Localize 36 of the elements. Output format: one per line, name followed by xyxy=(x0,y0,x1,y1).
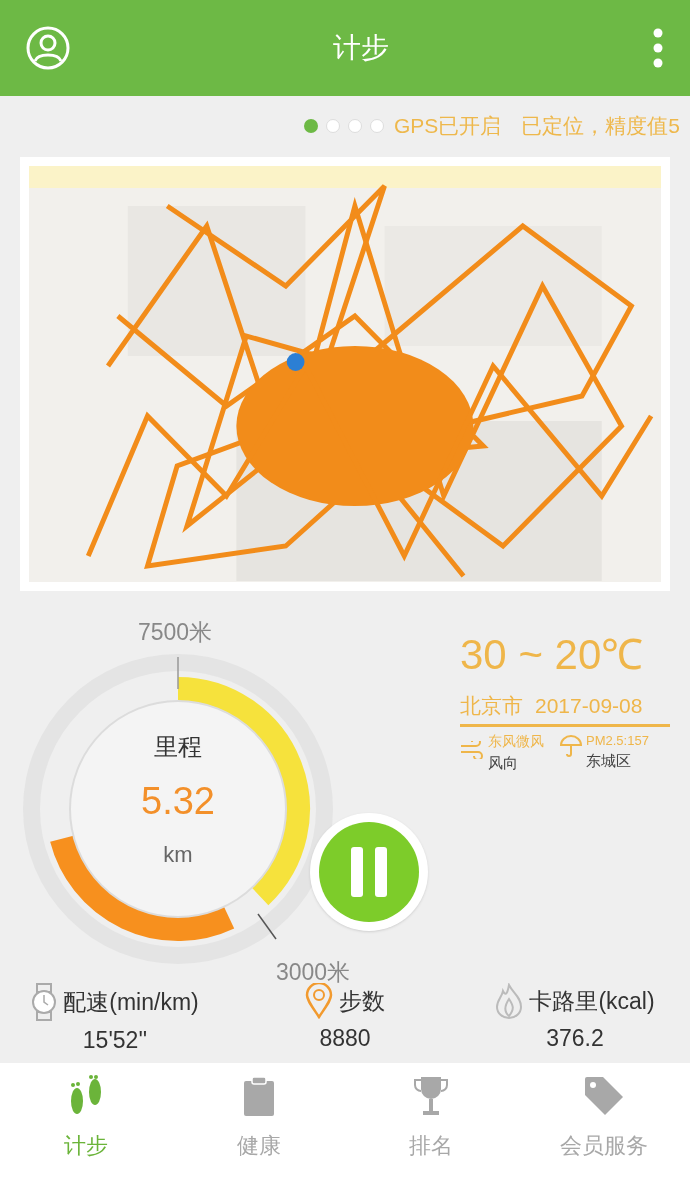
district: 东城区 xyxy=(586,751,632,771)
header-title: 计步 xyxy=(333,31,389,65)
temperature-range: 30 ~ 20℃ xyxy=(460,630,645,680)
distance-value: 5.32 xyxy=(141,779,215,824)
tab[interactable]: 健康 xyxy=(172,1063,345,1192)
wind-value: 东风微风 xyxy=(488,731,544,751)
tab[interactable]: 排名 xyxy=(345,1063,518,1192)
gauge-title: 里程 xyxy=(154,732,202,762)
user-icon[interactable] xyxy=(26,26,70,70)
wind-icon xyxy=(460,740,484,759)
stat-label: 步数 xyxy=(339,986,385,1016)
air-quality: PM2.5:157 xyxy=(586,731,649,750)
gauge-bottom-label: 3000米 xyxy=(276,958,351,987)
tab[interactable]: 计步 xyxy=(0,1063,173,1192)
city: 北京市 xyxy=(460,693,523,719)
tab[interactable]: 会员服务 xyxy=(517,1063,690,1192)
date: 2017-09-08 xyxy=(535,693,643,719)
stat-value: 15'52'' xyxy=(82,1026,148,1055)
wind-label: 风向 xyxy=(488,752,519,773)
gauge-top-label: 7500米 xyxy=(138,618,213,647)
stat-label: 卡路里(kcal) xyxy=(529,986,655,1016)
location-pin-icon xyxy=(305,983,333,1019)
location-status: 已定位，精度值5 xyxy=(521,113,680,140)
distance-unit: km xyxy=(163,841,193,869)
flame-icon xyxy=(495,983,524,1019)
stat-value: 8880 xyxy=(319,1024,371,1053)
umbrella-icon xyxy=(560,734,582,757)
trophy-icon xyxy=(413,1075,450,1117)
stat-label: 配速(min/km) xyxy=(63,987,199,1017)
clipboard-icon xyxy=(242,1075,275,1117)
gps-status: GPS已开启 xyxy=(393,113,502,140)
more-menu-icon[interactable] xyxy=(652,28,664,68)
watch-icon xyxy=(31,983,58,1021)
pause-icon xyxy=(349,847,389,897)
tag-icon xyxy=(582,1075,625,1117)
stat-value: 376.2 xyxy=(546,1024,604,1053)
